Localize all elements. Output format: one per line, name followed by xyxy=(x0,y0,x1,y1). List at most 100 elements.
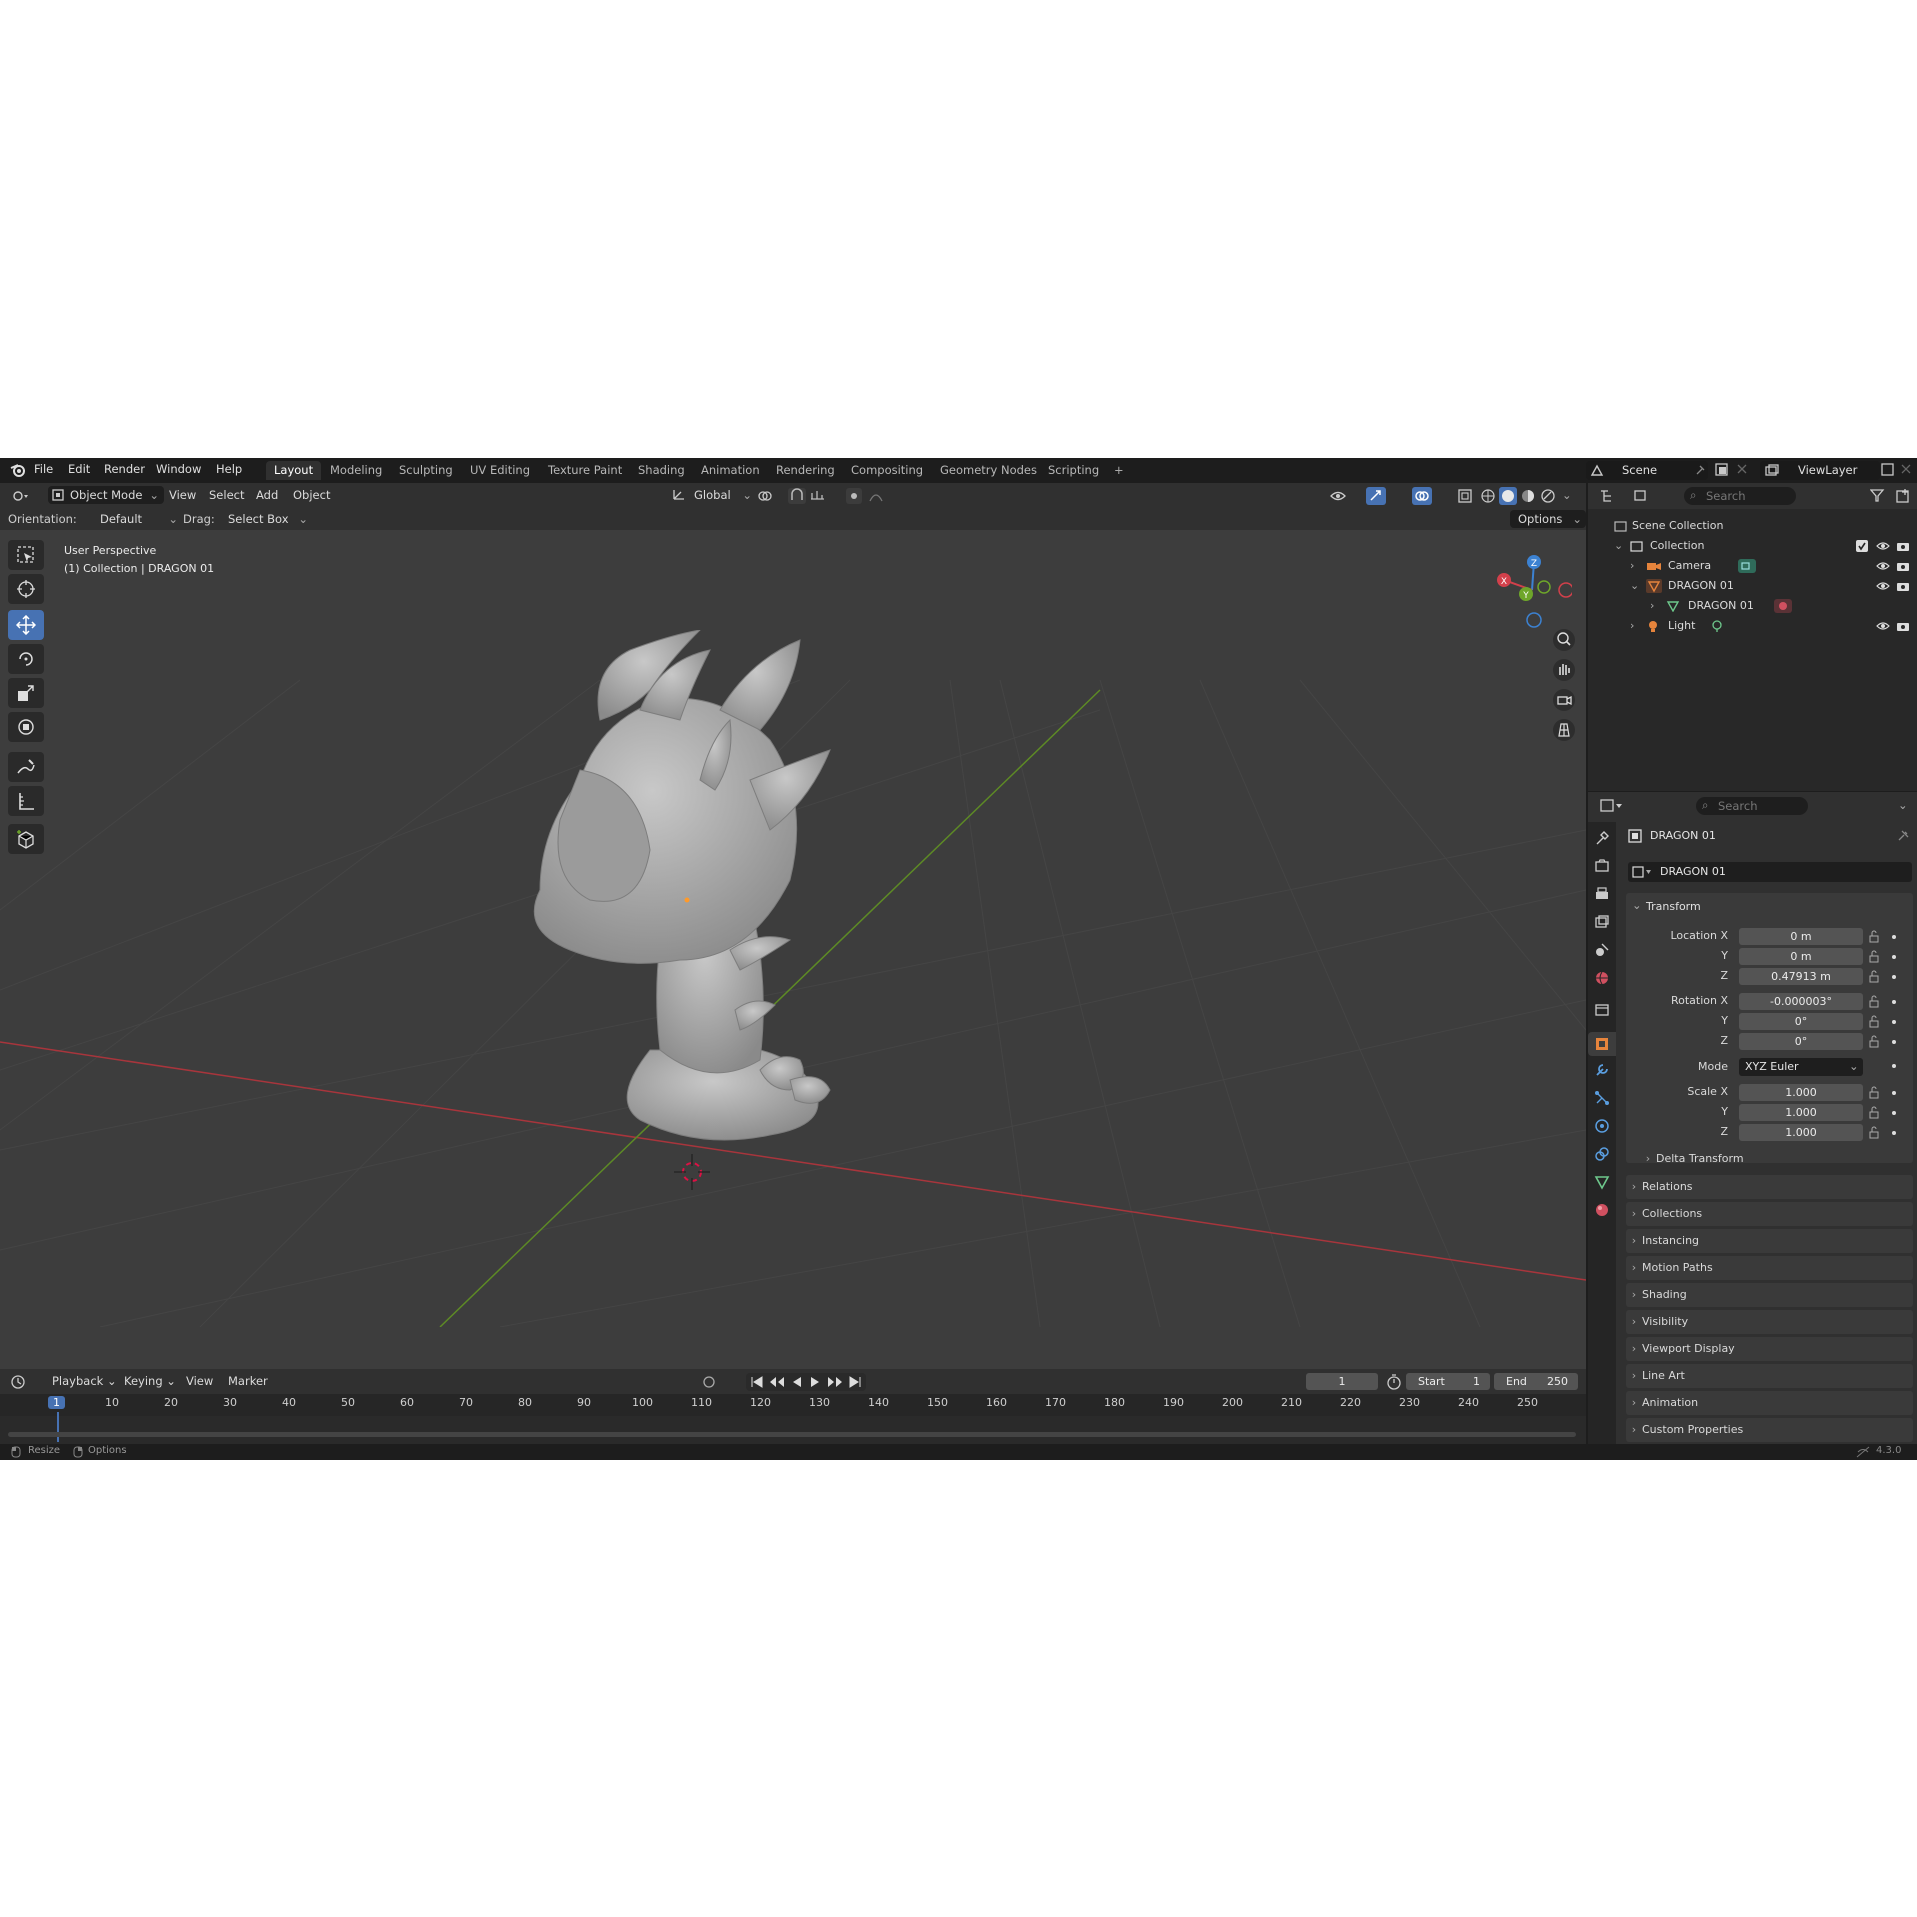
panel-line-art[interactable]: › Line Art xyxy=(1626,1364,1913,1388)
object-data-tab-icon[interactable] xyxy=(1594,1174,1610,1190)
object-datablock-field[interactable]: DRAGON 01 xyxy=(1628,862,1912,882)
rotation-mode-dropdown[interactable]: XYZ Euler ⌄ xyxy=(1739,1058,1863,1076)
chevron-down-icon[interactable]: ⌄ xyxy=(1898,798,1908,812)
render-camera-icon[interactable] xyxy=(1896,580,1910,592)
modifier-tab-icon[interactable] xyxy=(1594,1062,1610,1078)
stopwatch-icon[interactable] xyxy=(1386,1374,1402,1390)
scene-tab-icon[interactable] xyxy=(1594,942,1610,958)
panel-instancing[interactable]: › Instancing xyxy=(1626,1229,1913,1253)
timeline-area[interactable]: 1 10 20 30 40 50 60 70 80 90 100 110 120… xyxy=(0,1394,1586,1444)
start-frame-field[interactable]: Start 1 xyxy=(1406,1373,1490,1390)
world-tab-icon[interactable] xyxy=(1594,970,1610,986)
panel-collections[interactable]: › Collections xyxy=(1626,1202,1913,1226)
outliner-row-light[interactable]: › Light xyxy=(1588,616,1917,636)
menu-file[interactable]: File xyxy=(34,462,53,476)
physics-tab-icon[interactable] xyxy=(1594,1118,1610,1134)
snap-icon[interactable] xyxy=(788,488,806,504)
current-frame-field[interactable]: 1 xyxy=(1306,1373,1378,1390)
menu-view[interactable]: View xyxy=(163,486,202,504)
outliner-row-camera[interactable]: › Camera xyxy=(1588,556,1917,576)
tab-scripting[interactable]: Scripting xyxy=(1040,461,1107,480)
properties-editor-icon[interactable] xyxy=(1600,799,1626,813)
lock-icon[interactable] xyxy=(1868,1126,1904,1140)
material-tab-icon[interactable] xyxy=(1594,1202,1610,1218)
properties-search-input[interactable]: ⌕ Search xyxy=(1696,797,1808,815)
pin-icon[interactable] xyxy=(1694,464,1706,476)
zoom-icon[interactable] xyxy=(1552,628,1576,652)
render-camera-icon[interactable] xyxy=(1896,540,1910,552)
panel-relations[interactable]: › Relations xyxy=(1626,1175,1913,1199)
new-view-layer-icon[interactable] xyxy=(1880,462,1896,478)
solid-shading-icon[interactable] xyxy=(1499,487,1517,505)
marker-menu[interactable]: Marker xyxy=(222,1372,274,1390)
jump-end-icon[interactable] xyxy=(848,1376,862,1388)
3d-cursor-icon[interactable] xyxy=(672,1152,712,1192)
visibility-icon[interactable] xyxy=(1330,488,1352,504)
rotation-y-field[interactable]: 0° xyxy=(1739,1013,1863,1030)
blender-logo-icon[interactable] xyxy=(10,463,26,477)
chevron-right-icon[interactable]: › xyxy=(1630,556,1634,576)
shading-options-chevron-icon[interactable]: ⌄ xyxy=(1562,488,1572,502)
lock-icon[interactable] xyxy=(1868,1106,1904,1120)
object-tab[interactable] xyxy=(1588,1032,1616,1056)
panel-animation[interactable]: › Animation xyxy=(1626,1391,1913,1415)
tab-uv-editing[interactable]: UV Editing xyxy=(462,461,538,480)
timeline-scrollbar[interactable] xyxy=(8,1432,1576,1437)
tab-modeling[interactable]: Modeling xyxy=(322,461,390,480)
collection-tab-icon[interactable] xyxy=(1594,1002,1610,1018)
location-z-field[interactable]: 0.47913 m xyxy=(1739,968,1863,985)
object-mode-dropdown[interactable]: Object Mode ⌄ xyxy=(48,486,164,504)
outliner-row-collection[interactable]: ⌄ Collection xyxy=(1588,536,1917,556)
menu-edit[interactable]: Edit xyxy=(68,462,90,476)
constraints-tab-icon[interactable] xyxy=(1594,1146,1610,1162)
lock-icon[interactable] xyxy=(1868,1015,1904,1029)
keyframe-dot-icon[interactable] xyxy=(1868,1059,1904,1073)
rotation-x-field[interactable]: -0.000003° xyxy=(1739,993,1863,1010)
particles-tab-icon[interactable] xyxy=(1594,1090,1610,1106)
render-camera-icon[interactable] xyxy=(1896,620,1910,632)
transform-orientation-dropdown[interactable]: Global ⌄ xyxy=(670,486,754,504)
orientation-dropdown[interactable]: Default ⌄ xyxy=(78,510,182,528)
drag-dropdown[interactable]: Select Box ⌄ xyxy=(222,510,312,528)
output-tab-icon[interactable] xyxy=(1594,886,1610,902)
overlays-toggle-icon[interactable] xyxy=(1412,487,1432,505)
playback-menu[interactable]: Playback ⌄ xyxy=(46,1372,123,1390)
new-collection-icon[interactable] xyxy=(1896,488,1912,504)
scale-z-field[interactable]: 1.000 xyxy=(1739,1124,1863,1141)
outliner-editor-icon[interactable] xyxy=(1600,489,1622,503)
lock-icon[interactable] xyxy=(1868,1035,1904,1049)
chevron-down-icon[interactable]: ⌄ xyxy=(1630,576,1639,596)
outliner-row-scene-collection[interactable]: Scene Collection xyxy=(1588,516,1917,536)
rotate-tool[interactable] xyxy=(8,644,44,674)
hand-pan-icon[interactable] xyxy=(1552,658,1576,682)
prev-keyframe-icon[interactable] xyxy=(768,1376,786,1388)
lock-icon[interactable] xyxy=(1868,930,1904,944)
perspective-toggle-icon[interactable] xyxy=(1552,718,1576,742)
display-mode-icon[interactable] xyxy=(1634,489,1656,503)
tool-settings-tab-icon[interactable] xyxy=(1594,830,1610,846)
new-scene-icon[interactable] xyxy=(1714,462,1730,478)
material-preview-icon[interactable] xyxy=(1520,488,1536,504)
chevron-down-icon[interactable]: ⌄ xyxy=(1614,536,1623,556)
annotate-tool[interactable] xyxy=(8,752,44,782)
scale-y-field[interactable]: 1.000 xyxy=(1739,1104,1863,1121)
tab-geometry-nodes[interactable]: Geometry Nodes xyxy=(932,461,1045,480)
tab-layout[interactable]: Layout xyxy=(266,461,322,480)
menu-select[interactable]: Select xyxy=(203,486,250,504)
measure-tool[interactable] xyxy=(8,786,44,816)
pivot-point-icon[interactable] xyxy=(756,489,774,503)
panel-shading[interactable]: › Shading xyxy=(1626,1283,1913,1307)
filter-icon[interactable] xyxy=(1870,489,1892,503)
outliner-row-dragon[interactable]: ⌄ DRAGON 01 xyxy=(1588,576,1917,596)
lock-icon[interactable] xyxy=(1868,1086,1904,1100)
render-tab-icon[interactable] xyxy=(1594,858,1610,874)
add-cube-tool[interactable] xyxy=(8,824,44,854)
rotation-z-field[interactable]: 0° xyxy=(1739,1033,1863,1050)
lock-icon[interactable] xyxy=(1868,950,1904,964)
menu-window[interactable]: Window xyxy=(156,462,201,476)
end-frame-field[interactable]: End 250 xyxy=(1494,1373,1578,1390)
eye-icon[interactable] xyxy=(1876,561,1890,571)
material-icon[interactable] xyxy=(1774,599,1792,613)
outliner-search-input[interactable]: ⌕ Search xyxy=(1684,487,1796,505)
outliner-row-dragon-mesh[interactable]: › DRAGON 01 xyxy=(1588,596,1917,616)
